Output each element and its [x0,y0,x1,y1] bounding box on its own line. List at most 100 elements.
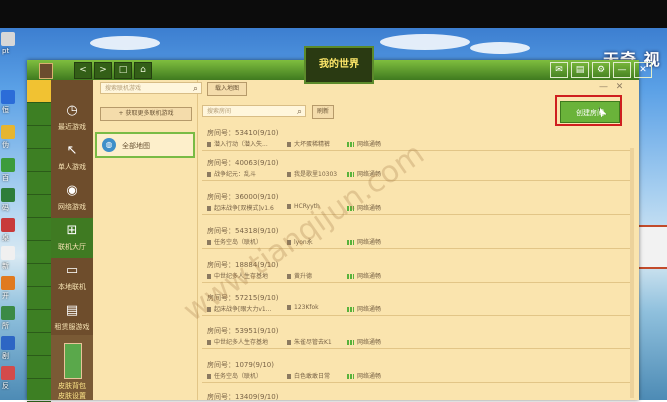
room-host: 大坏蛋稀精裤 [287,139,330,148]
nav-item-single-player[interactable]: ↖ 单人游戏 [51,138,93,178]
room-mode: 中世纪多人生存基地 [207,337,268,346]
desktop-icon-label: 码 [2,204,9,212]
title-bar[interactable]: < > □ ⌂ 我的世界 ✉ ▤ ⚙ — ✕ [27,46,652,84]
strip-item[interactable] [27,287,51,310]
nav-item-label: 最近游戏 [58,123,86,131]
menu-icon[interactable]: ▤ [571,62,589,78]
strip-item[interactable] [27,218,51,241]
desktop-icon[interactable] [1,90,15,104]
close-button[interactable]: ✕ [634,62,652,78]
room-number: 房间号：1079(9/10) [207,361,274,369]
forward-button[interactable]: > [94,62,112,79]
nav-item-recent-games[interactable]: ◷ 最近游戏 [51,98,93,138]
nav-item-network-games[interactable]: ◉ 网络游戏 [51,178,93,218]
room-mode: 任务空岛（联机） [207,371,262,380]
cloud [380,34,470,50]
strip-item[interactable] [27,172,51,195]
desktop-icon[interactable] [1,158,15,172]
strip-item[interactable] [27,241,51,264]
crown-icon[interactable] [27,80,51,103]
room-number: 房间号：53410(9/10) [207,129,279,137]
network-status: 网络通畅 [357,273,382,280]
desktop-icon[interactable] [1,246,15,260]
globe-map-icon: ◍ [102,138,116,152]
clock-icon: ◷ [66,103,78,118]
refresh-button[interactable]: 刷新 [312,105,334,119]
room-row[interactable]: 房间号：57215(9/10) 起床战争[眼大力v1... 123Kfok 网络… [202,291,632,316]
room-number: 房间号：53951(9/10) [207,327,279,335]
room-network: 网络通畅 [347,371,381,380]
import-map-button[interactable]: 载入地图 [207,82,247,96]
room-mode: 战争纪元：乱斗 [207,169,256,178]
home-button[interactable]: ⌂ [134,62,152,79]
room-row[interactable]: 房间号：36000(9/10) 起床战争[双模式]v1.6 HCRyyth 网络… [202,190,632,215]
strip-item[interactable] [27,356,51,379]
signal-bars-icon [347,340,354,345]
signal-bars-icon [347,374,354,379]
nav-item-label: 单人游戏 [58,163,86,171]
cursor-arrow-icon: ↖ [66,143,78,158]
room-row[interactable]: 房间号：1079(9/10) 任务空岛（联机） 白色敢敢日常 网络通畅 [202,358,632,383]
top-black-bar [0,0,667,28]
cloud [90,36,160,50]
room-row[interactable]: 房间号：53951(9/10) 中世纪多人生存基地 朱雀尽管去K1 网络通畅 [202,324,632,349]
desktop-icon[interactable] [1,366,15,380]
window-mode-button[interactable]: □ [114,62,132,79]
strip-item[interactable] [27,333,51,356]
nav-item-multiplayer-hall[interactable]: ⊞ 联机大厅 [51,218,93,258]
desktop-icon[interactable] [1,276,15,290]
room-mode: 潜入行动（潜入失... [207,139,268,148]
back-button[interactable]: < [74,62,92,79]
desktop-icon[interactable] [1,218,15,232]
room-search-placeholder: 搜索房间 [207,108,232,115]
room-number: 房间号：40063(9/10) [207,159,279,167]
desktop-icon[interactable] [1,306,15,320]
nav-item-rental-server[interactable]: ▤ 租赁服游戏 [51,298,93,338]
strip-item[interactable] [27,126,51,149]
room-list-scrollbar[interactable] [630,148,634,398]
strip-item[interactable] [27,195,51,218]
room-row[interactable]: 房间号：13409(9/10) [202,390,632,401]
skin-character-panel[interactable]: 皮肤背包 皮肤设置 [51,335,93,400]
room-network: 网络通畅 [347,337,381,346]
search-icon[interactable]: ⌕ [297,106,302,118]
desktop-icon-label: 新 [2,262,9,270]
category-column: 搜索联机游戏 ⌕ 载入地图 + 获取更多联机游戏 [93,80,247,400]
signal-bars-icon [347,240,354,245]
skin-backpack-label[interactable]: 皮肤背包 [51,381,93,391]
user-avatar[interactable] [39,63,53,79]
network-status: 网络通畅 [357,339,382,346]
category-label: 全部地图 [122,142,150,150]
desktop-icon[interactable] [1,188,15,202]
panel-close-icon[interactable]: ✕ [615,83,624,92]
room-network: 网络通畅 [347,271,381,280]
minecraft-logo: 我的世界 [304,46,374,84]
panel-minimize-icon[interactable]: — [599,83,608,92]
room-search-input[interactable]: 搜索房间 ⌕ [202,105,306,117]
mail-icon[interactable]: ✉ [550,62,568,78]
strip-item[interactable] [27,379,51,402]
desktop-icon[interactable] [1,336,15,350]
room-number: 房间号：54318(9/10) [207,227,279,235]
desktop-icon-label: 恒 [2,106,9,114]
desktop-icon[interactable] [1,32,15,46]
room-host: 123Kfok [287,304,319,311]
desktop-icon[interactable] [1,125,15,139]
strip-item[interactable] [27,103,51,126]
desktop-icon-label: 反 [2,382,9,390]
get-more-games-button[interactable]: + 获取更多联机游戏 [100,107,192,121]
strip-item[interactable] [27,310,51,333]
nav-item-label: 本地联机 [58,283,86,291]
settings-gear-icon[interactable]: ⚙ [592,62,610,78]
network-status: 网络通畅 [357,141,382,148]
strip-item[interactable] [27,149,51,172]
nav-item-label: 租赁服游戏 [54,323,90,331]
search-icon[interactable]: ⌕ [193,83,198,95]
strip-item[interactable] [27,264,51,287]
nav-item-lan[interactable]: ▭ 本地联机 [51,258,93,298]
nav-item-label: 联机大厅 [58,243,86,251]
category-all-maps[interactable]: ◍ 全部地图 [95,132,195,158]
minimize-button[interactable]: — [613,62,631,78]
game-search-input[interactable]: 搜索联机游戏 ⌕ [100,82,202,94]
room-number: 房间号：13409(9/10) [207,393,279,401]
